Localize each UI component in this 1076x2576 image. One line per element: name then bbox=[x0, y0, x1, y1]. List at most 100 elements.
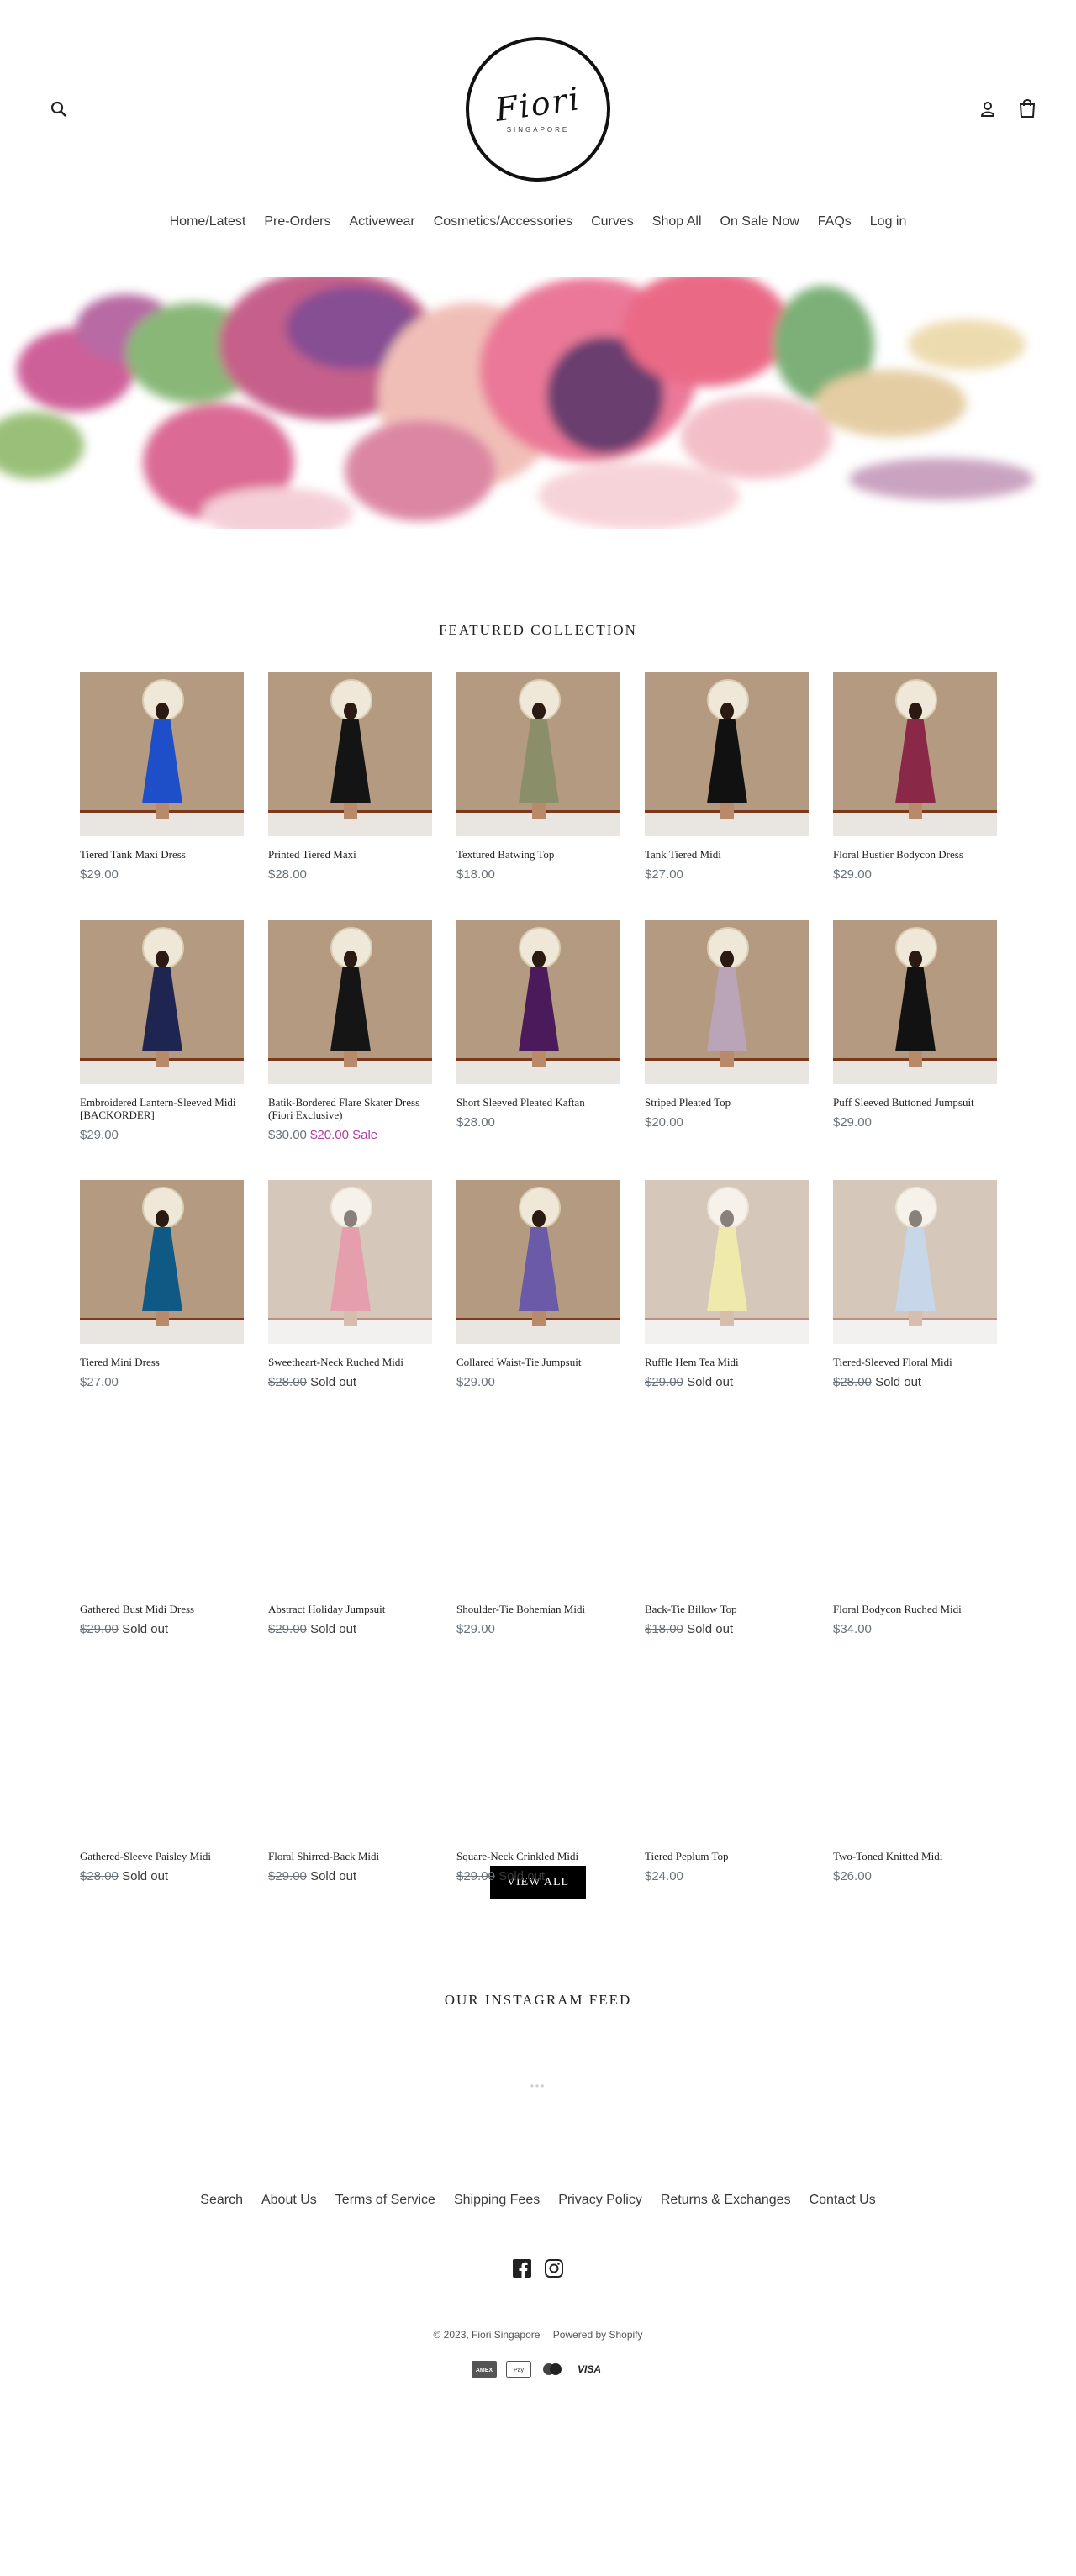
product-image[interactable] bbox=[645, 1427, 809, 1591]
product-image[interactable] bbox=[456, 672, 620, 836]
product-title[interactable]: Tiered Peplum Top bbox=[645, 1850, 809, 1862]
product-card[interactable]: Square-Neck Crinkled Midi $29.00 Sold out bbox=[456, 1674, 620, 1883]
product-card[interactable]: Floral Bodycon Ruched Midi $34.00 bbox=[833, 1427, 997, 1636]
product-title[interactable]: Two-Toned Knitted Midi bbox=[833, 1850, 997, 1862]
product-title[interactable]: Textured Batwing Top bbox=[456, 848, 620, 861]
product-card[interactable]: Tank Tiered Midi $27.00 bbox=[645, 672, 809, 882]
product-title[interactable]: Tiered-Sleeved Floral Midi bbox=[833, 1356, 997, 1368]
product-title[interactable]: Tank Tiered Midi bbox=[645, 848, 809, 861]
product-image[interactable] bbox=[80, 1427, 244, 1591]
product-title[interactable]: Ruffle Hem Tea Midi bbox=[645, 1356, 809, 1368]
powered-by-text[interactable]: Powered by Shopify bbox=[553, 2329, 643, 2341]
product-card[interactable]: Embroidered Lantern-Sleeved Midi [BACKOR… bbox=[80, 920, 244, 1142]
product-card[interactable]: Gathered-Sleeve Paisley Midi $28.00 Sold … bbox=[80, 1674, 244, 1883]
product-image[interactable] bbox=[833, 672, 997, 836]
product-card[interactable]: Gathered Bust Midi Dress $29.00 Sold out bbox=[80, 1427, 244, 1636]
product-card[interactable]: Abstract Holiday Jumpsuit $29.00 Sold out bbox=[268, 1427, 432, 1636]
account-icon[interactable] bbox=[978, 99, 997, 119]
product-image[interactable] bbox=[80, 920, 244, 1084]
footer-link-shipping-fees[interactable]: Shipping Fees bbox=[454, 2193, 540, 2207]
site-logo[interactable]: Fiori SINGAPORE bbox=[466, 37, 610, 182]
product-title[interactable]: Tiered Tank Maxi Dress bbox=[80, 848, 244, 861]
product-card[interactable]: Tiered Mini Dress $27.00 bbox=[80, 1180, 244, 1389]
nav-item-log-in[interactable]: Log in bbox=[870, 214, 907, 229]
product-image[interactable] bbox=[268, 920, 432, 1084]
product-title[interactable]: Collared Waist-Tie Jumpsuit bbox=[456, 1356, 620, 1368]
cart-icon[interactable] bbox=[1017, 97, 1037, 119]
nav-item-curves[interactable]: Curves bbox=[591, 214, 634, 229]
product-card[interactable]: Short Sleeved Pleated Kaftan $28.00 bbox=[456, 920, 620, 1130]
product-image[interactable] bbox=[833, 1180, 997, 1344]
product-image[interactable] bbox=[80, 672, 244, 836]
nav-item-cosmetics-accessories[interactable]: Cosmetics/Accessories bbox=[434, 214, 572, 229]
product-image[interactable] bbox=[268, 1180, 432, 1344]
footer-link-terms-of-service[interactable]: Terms of Service bbox=[335, 2193, 435, 2207]
product-title[interactable]: Sweetheart-Neck Ruched Midi bbox=[268, 1356, 432, 1368]
product-title[interactable]: Abstract Holiday Jumpsuit bbox=[268, 1603, 432, 1615]
product-card[interactable]: Tiered Tank Maxi Dress $29.00 bbox=[80, 672, 244, 882]
product-card[interactable]: Tiered Peplum Top $24.00 bbox=[645, 1674, 809, 1883]
product-title[interactable]: Puff Sleeved Buttoned Jumpsuit bbox=[833, 1096, 997, 1109]
product-card[interactable]: Floral Bustier Bodycon Dress $29.00 bbox=[833, 672, 997, 882]
product-image[interactable] bbox=[833, 920, 997, 1084]
product-title[interactable]: Batik-Bordered Flare Skater Dress (Fiori… bbox=[268, 1096, 432, 1121]
product-title[interactable]: Printed Tiered Maxi bbox=[268, 848, 432, 861]
product-card[interactable]: Printed Tiered Maxi $28.00 bbox=[268, 672, 432, 882]
product-image[interactable] bbox=[833, 1674, 997, 1838]
product-card[interactable]: Batik-Bordered Flare Skater Dress (Fiori… bbox=[268, 920, 432, 1142]
product-image[interactable] bbox=[456, 920, 620, 1084]
product-title[interactable]: Striped Pleated Top bbox=[645, 1096, 809, 1109]
product-image[interactable] bbox=[645, 672, 809, 836]
product-image[interactable] bbox=[268, 1674, 432, 1838]
product-title[interactable]: Gathered-Sleeve Paisley Midi bbox=[80, 1850, 244, 1862]
product-card[interactable]: Floral Shirred-Back Midi $29.00 Sold out bbox=[268, 1674, 432, 1883]
search-icon[interactable] bbox=[49, 99, 69, 119]
product-title[interactable]: Shoulder-Tie Bohemian Midi bbox=[456, 1603, 620, 1615]
product-price: $29.00 Sold out bbox=[80, 1622, 244, 1636]
product-title[interactable]: Floral Bustier Bodycon Dress bbox=[833, 848, 997, 861]
product-image[interactable] bbox=[456, 1674, 620, 1838]
product-title[interactable]: Floral Shirred-Back Midi bbox=[268, 1850, 432, 1862]
product-image[interactable] bbox=[268, 1427, 432, 1591]
product-image[interactable] bbox=[833, 1427, 997, 1591]
product-title[interactable]: Embroidered Lantern-Sleeved Midi [BACKOR… bbox=[80, 1096, 244, 1121]
product-image[interactable] bbox=[645, 920, 809, 1084]
product-title[interactable]: Floral Bodycon Ruched Midi bbox=[833, 1603, 997, 1615]
copyright-text[interactable]: © 2023, Fiori Singapore bbox=[434, 2329, 541, 2341]
product-title[interactable]: Tiered Mini Dress bbox=[80, 1356, 244, 1368]
product-card[interactable]: Sweetheart-Neck Ruched Midi $28.00 Sold o… bbox=[268, 1180, 432, 1389]
product-title[interactable]: Short Sleeved Pleated Kaftan bbox=[456, 1096, 620, 1109]
nav-item-home-latest[interactable]: Home/Latest bbox=[170, 214, 246, 229]
product-card[interactable]: Collared Waist-Tie Jumpsuit $29.00 bbox=[456, 1180, 620, 1389]
product-title[interactable]: Gathered Bust Midi Dress bbox=[80, 1603, 244, 1615]
product-image[interactable] bbox=[645, 1180, 809, 1344]
product-title[interactable]: Square-Neck Crinkled Midi bbox=[456, 1850, 620, 1862]
footer-link-search[interactable]: Search bbox=[200, 2193, 243, 2207]
product-image[interactable] bbox=[80, 1180, 244, 1344]
footer-link-returns-exchanges[interactable]: Returns & Exchanges bbox=[661, 2193, 791, 2207]
product-card[interactable]: Textured Batwing Top $18.00 bbox=[456, 672, 620, 882]
product-card[interactable]: Puff Sleeved Buttoned Jumpsuit $29.00 bbox=[833, 920, 997, 1130]
footer-link-contact-us[interactable]: Contact Us bbox=[810, 2193, 876, 2207]
nav-item-faqs[interactable]: FAQs bbox=[818, 214, 852, 229]
product-image[interactable] bbox=[456, 1427, 620, 1591]
footer-link-about-us[interactable]: About Us bbox=[261, 2193, 317, 2207]
footer-link-privacy-policy[interactable]: Privacy Policy bbox=[558, 2193, 642, 2207]
product-image[interactable] bbox=[80, 1674, 244, 1838]
product-card[interactable]: Shoulder-Tie Bohemian Midi $29.00 bbox=[456, 1427, 620, 1636]
product-card[interactable]: Ruffle Hem Tea Midi $29.00 Sold out bbox=[645, 1180, 809, 1389]
nav-item-pre-orders[interactable]: Pre-Orders bbox=[264, 214, 330, 229]
product-card[interactable]: Two-Toned Knitted Midi $26.00 bbox=[833, 1674, 997, 1883]
product-image[interactable] bbox=[268, 672, 432, 836]
product-card[interactable]: Back-Tie Billow Top $18.00 Sold out bbox=[645, 1427, 809, 1636]
facebook-icon[interactable] bbox=[512, 2258, 532, 2278]
nav-item-activewear[interactable]: Activewear bbox=[349, 214, 414, 229]
product-title[interactable]: Back-Tie Billow Top bbox=[645, 1603, 809, 1615]
instagram-icon[interactable] bbox=[544, 2258, 564, 2278]
product-image[interactable] bbox=[456, 1180, 620, 1344]
nav-item-on-sale-now[interactable]: On Sale Now bbox=[720, 214, 799, 229]
product-image[interactable] bbox=[645, 1674, 809, 1838]
nav-item-shop-all[interactable]: Shop All bbox=[652, 214, 702, 229]
product-card[interactable]: Tiered-Sleeved Floral Midi $28.00 Sold ou… bbox=[833, 1180, 997, 1389]
product-card[interactable]: Striped Pleated Top $20.00 bbox=[645, 920, 809, 1130]
